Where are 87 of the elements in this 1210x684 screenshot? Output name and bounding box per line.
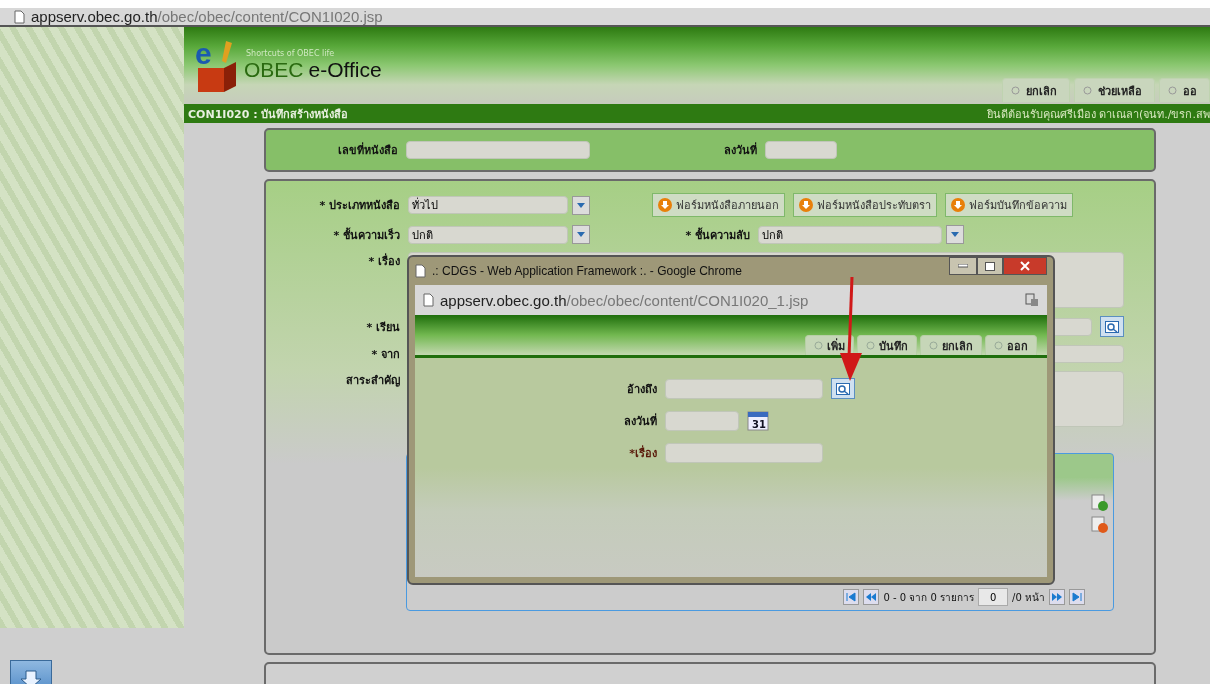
circle-icon (929, 341, 938, 350)
page-field[interactable]: 0 (978, 588, 1009, 606)
field-label: อ้างถึง (626, 381, 657, 398)
minimize-icon (958, 264, 968, 268)
add-icon[interactable] (1091, 494, 1109, 512)
secret-select[interactable]: ปกติ (758, 225, 942, 244)
field-label: *เรื่อง (628, 444, 657, 462)
field-label: * ชั้นความลับ (684, 226, 750, 244)
toolbar-button[interactable]: บันทึก (857, 335, 917, 355)
download-icon (658, 198, 672, 212)
field-label: ลงวันที่ (623, 412, 657, 430)
form-template-button[interactable]: ฟอร์มหนังสือประทับตรา (793, 193, 937, 217)
app-name: OBEC e-Office (244, 58, 382, 82)
search-button[interactable] (831, 378, 855, 399)
dropdown-button[interactable] (572, 225, 590, 244)
next-page-button[interactable] (1049, 589, 1065, 605)
logo-letter: e (195, 38, 212, 70)
tagline: Shortcuts of OBEC life (246, 49, 336, 58)
field-label: ลงวันที่ (724, 141, 757, 159)
last-page-button[interactable] (1069, 589, 1085, 605)
circle-icon (814, 341, 823, 350)
download-icon (951, 198, 965, 212)
date-field[interactable] (665, 411, 739, 431)
header-button[interactable]: ออ (1159, 78, 1210, 102)
form-template-button[interactable]: ฟอร์มหนังสือภายนอก (652, 193, 785, 217)
toolbar-button[interactable]: ออก (985, 335, 1037, 355)
field-label: * จาก (370, 347, 400, 363)
field-label: เลขที่หนังสือ (337, 141, 398, 159)
popup-address-bar[interactable]: appserv.obec.go.th/obec/obec/content/CON1I020_1.jsp (415, 285, 1047, 315)
circle-icon (866, 341, 875, 350)
url-text: appserv.obec.go.th/obec/obec/content/CON1I020_1.jsp (440, 291, 809, 309)
page-icon (423, 293, 434, 307)
rewind-icon (865, 592, 878, 602)
field-label: * เรื่อง (367, 252, 400, 270)
page-count: /0 หน้า (1012, 590, 1045, 605)
header-button[interactable]: ยกเลิก (1002, 78, 1070, 102)
record-count: 0 - 0 จาก 0 รายการ (883, 590, 975, 605)
page-icon (415, 264, 426, 278)
circle-icon (994, 341, 1003, 350)
first-page-button[interactable] (843, 589, 860, 605)
page-action-icon (1025, 293, 1039, 307)
reference-field[interactable] (665, 378, 823, 399)
caret-icon (577, 202, 585, 208)
toolbar-button[interactable]: ยกเลิก (920, 335, 982, 355)
circle-icon (1083, 86, 1092, 95)
dropdown-button[interactable] (572, 195, 590, 215)
field-label: สาระสำคัญ (345, 373, 400, 389)
forward-icon (1051, 592, 1063, 602)
logo-drawing (198, 40, 236, 92)
url-text: appserv.obec.go.th/obec/obec/content/CON1I020.jsp (31, 8, 383, 25)
welcome-text: ยินดีต้อนรับคุณศรีเมือง ดาเณลา(จนท./ขรก.สพ (986, 106, 1210, 123)
window-title: .: CDGS - Web Application Framework :. - Google Chrome (415, 264, 742, 278)
page-title: CON1I020 : บันทึกสร้างหนังสือ (188, 106, 349, 123)
close-button[interactable] (1003, 257, 1047, 275)
search-button[interactable] (1100, 316, 1124, 337)
last-icon (1072, 592, 1082, 602)
document-number-field[interactable] (406, 141, 590, 159)
first-icon (846, 592, 857, 602)
toolbar-button[interactable]: เพิ่ม (805, 335, 854, 355)
subject-field[interactable] (665, 443, 823, 463)
circle-icon (1168, 86, 1177, 95)
remove-icon[interactable] (1091, 516, 1109, 534)
field-label: * ชั้นความเร็ว (332, 226, 400, 244)
speed-select[interactable]: ปกติ (408, 225, 568, 244)
close-icon (1020, 261, 1030, 271)
caret-icon (951, 232, 959, 237)
caret-icon (577, 232, 585, 237)
calendar-icon[interactable]: 31 (747, 411, 769, 431)
dropdown-button[interactable] (946, 225, 964, 244)
date-field[interactable] (765, 141, 837, 159)
download-icon (799, 198, 813, 212)
form-template-button[interactable]: ฟอร์มบันทึกข้อความ (945, 193, 1073, 217)
address-bar[interactable]: appserv.obec.go.th/obec/obec/content/CON1I020.jsp (0, 8, 1210, 27)
calendar-day: 31 (752, 419, 766, 430)
search-icon (1105, 320, 1119, 333)
type-select[interactable]: ทั่วไป (408, 196, 568, 214)
maximize-button[interactable] (977, 257, 1003, 275)
field-label: * ประเภทหนังสือ (318, 198, 400, 214)
search-icon (836, 382, 850, 395)
arrow-down-icon (20, 669, 42, 684)
field-label: * เรียน (365, 319, 400, 336)
circle-icon (1011, 86, 1020, 95)
previous-page-button[interactable] (863, 589, 880, 605)
page-icon (14, 9, 25, 24)
maximize-icon (985, 261, 995, 271)
header-button[interactable]: ช่วยเหลือ (1074, 78, 1155, 102)
minimize-button[interactable] (949, 257, 977, 275)
